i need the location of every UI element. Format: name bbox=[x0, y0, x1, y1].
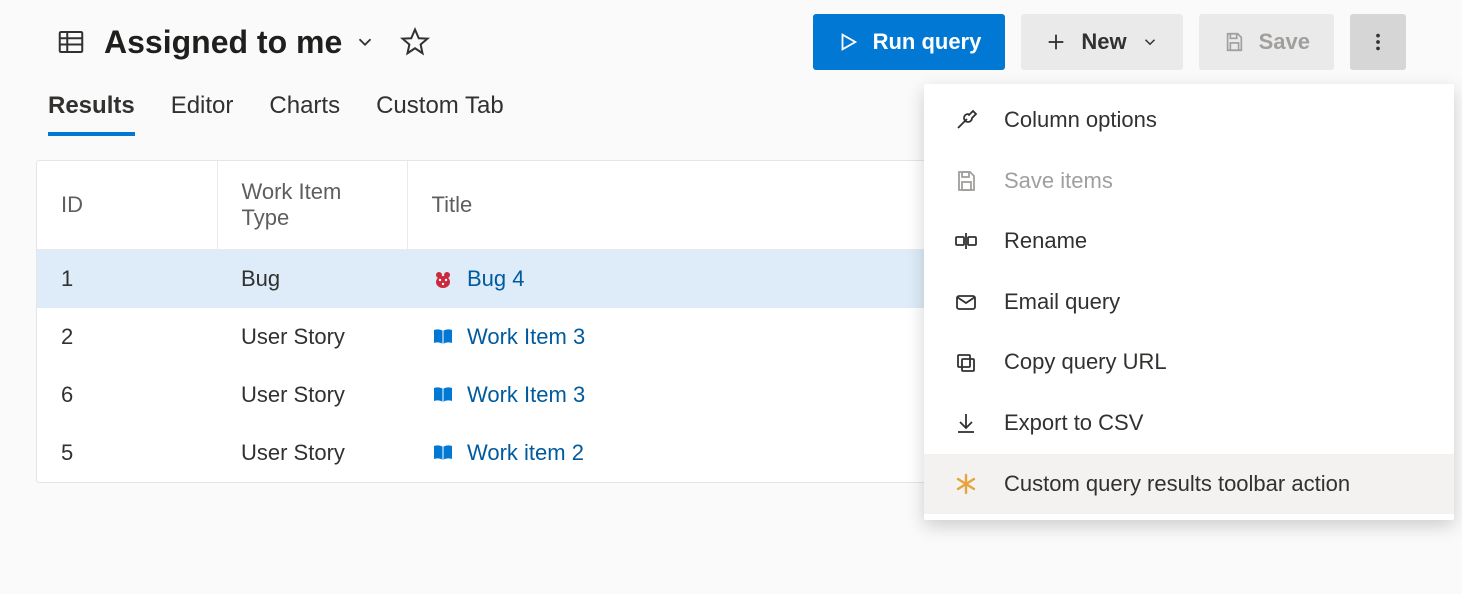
cell-id: 5 bbox=[37, 424, 217, 482]
cell-type: Bug bbox=[217, 250, 407, 309]
title-group: Assigned to me bbox=[56, 21, 813, 63]
chevron-down-icon bbox=[354, 31, 376, 53]
page-title-text: Assigned to me bbox=[104, 24, 342, 61]
tab-label: Custom Tab bbox=[376, 92, 504, 119]
plus-icon bbox=[1045, 31, 1067, 53]
save-icon bbox=[952, 169, 980, 193]
save-label: Save bbox=[1259, 29, 1310, 55]
work-item-link[interactable]: Work item 2 bbox=[467, 440, 584, 466]
bug-icon bbox=[431, 267, 455, 291]
query-icon bbox=[56, 27, 86, 57]
tab-label: Results bbox=[48, 92, 135, 119]
menu-item-asterisk[interactable]: Custom query results toolbar action bbox=[924, 454, 1454, 515]
menu-item-save: Save items bbox=[924, 151, 1454, 212]
save-icon bbox=[1223, 31, 1245, 53]
tab-charts[interactable]: Charts bbox=[269, 92, 340, 136]
work-item-link[interactable]: Work Item 3 bbox=[467, 382, 585, 408]
more-vertical-icon bbox=[1367, 31, 1389, 53]
cell-id: 2 bbox=[37, 308, 217, 366]
copy-icon bbox=[952, 351, 980, 375]
cell-id: 6 bbox=[37, 366, 217, 424]
tab-editor[interactable]: Editor bbox=[171, 92, 234, 136]
book-icon bbox=[431, 325, 455, 349]
wrench-icon bbox=[952, 108, 980, 132]
work-item-link[interactable]: Work Item 3 bbox=[467, 324, 585, 350]
menu-item-label: Copy query URL bbox=[1004, 348, 1426, 377]
menu-item-label: Custom query results toolbar action bbox=[1004, 470, 1426, 499]
book-icon bbox=[431, 383, 455, 407]
rename-icon bbox=[952, 229, 980, 253]
cell-type: User Story bbox=[217, 308, 407, 366]
cell-id: 1 bbox=[37, 250, 217, 309]
menu-item-mail[interactable]: Email query bbox=[924, 272, 1454, 333]
tab-results[interactable]: Results bbox=[48, 92, 135, 136]
run-query-label: Run query bbox=[873, 29, 982, 55]
tab-label: Charts bbox=[269, 92, 340, 119]
col-type[interactable]: Work Item Type bbox=[217, 161, 407, 250]
toolbar: Run query New bbox=[813, 14, 1406, 70]
menu-item-label: Rename bbox=[1004, 227, 1426, 256]
menu-item-label: Email query bbox=[1004, 288, 1426, 317]
chevron-down-icon bbox=[1141, 33, 1159, 51]
star-icon bbox=[400, 27, 430, 57]
mail-icon bbox=[952, 290, 980, 314]
menu-item-rename[interactable]: Rename bbox=[924, 211, 1454, 272]
save-button: Save bbox=[1199, 14, 1334, 70]
tab-label: Editor bbox=[171, 92, 234, 119]
book-icon bbox=[431, 441, 455, 465]
menu-item-label: Column options bbox=[1004, 106, 1426, 135]
tab-custom[interactable]: Custom Tab bbox=[376, 92, 504, 136]
menu-item-download[interactable]: Export to CSV bbox=[924, 393, 1454, 454]
menu-item-label: Save items bbox=[1004, 167, 1426, 196]
header: Assigned to me Run query bbox=[0, 0, 1462, 84]
play-icon bbox=[837, 31, 859, 53]
work-item-link[interactable]: Bug 4 bbox=[467, 266, 525, 292]
cell-type: User Story bbox=[217, 424, 407, 482]
more-actions-menu: Column options Save items Rename Email quer… bbox=[924, 84, 1454, 520]
favorite-button[interactable] bbox=[394, 21, 436, 63]
menu-item-label: Export to CSV bbox=[1004, 409, 1426, 438]
asterisk-icon bbox=[952, 472, 980, 496]
download-icon bbox=[952, 411, 980, 435]
menu-item-wrench[interactable]: Column options bbox=[924, 90, 1454, 151]
more-actions-button[interactable] bbox=[1350, 14, 1406, 70]
menu-item-copy[interactable]: Copy query URL bbox=[924, 332, 1454, 393]
new-label: New bbox=[1081, 29, 1126, 55]
cell-type: User Story bbox=[217, 366, 407, 424]
run-query-button[interactable]: Run query bbox=[813, 14, 1006, 70]
page-title[interactable]: Assigned to me bbox=[104, 24, 376, 61]
new-button[interactable]: New bbox=[1021, 14, 1182, 70]
col-id[interactable]: ID bbox=[37, 161, 217, 250]
